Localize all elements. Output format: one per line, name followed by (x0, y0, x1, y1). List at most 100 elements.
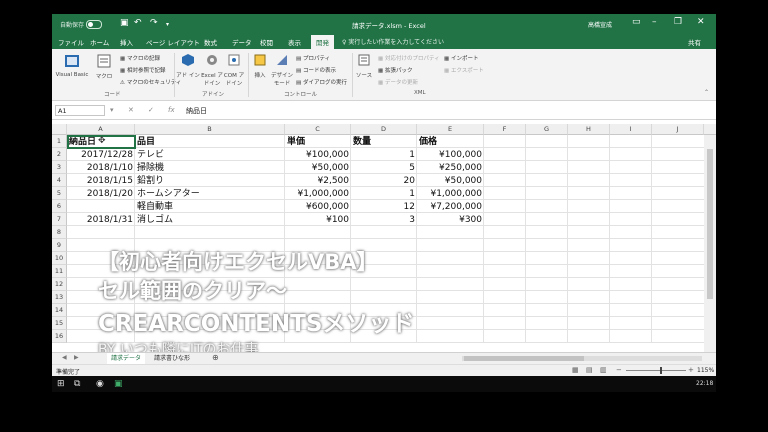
tab-insert[interactable]: 挿入 (120, 37, 133, 47)
cell-c4[interactable]: ¥2,500 (285, 175, 350, 187)
insert-function-icon[interactable]: fx (168, 106, 175, 114)
cell-d1[interactable]: 数量 (353, 136, 371, 148)
cell-e3[interactable]: ¥250,000 (417, 162, 482, 174)
row-header[interactable]: 8 (52, 226, 67, 239)
export-button[interactable]: ▦ エクスポート (444, 66, 484, 74)
cell-a3[interactable]: 2018/1/10 (67, 162, 133, 174)
row-header[interactable]: 4 (52, 174, 67, 187)
cell-e7[interactable]: ¥300 (417, 214, 482, 226)
tab-view[interactable]: 表示 (288, 37, 301, 47)
column-header-f[interactable]: F (484, 124, 526, 135)
cell-b1[interactable]: 品目 (137, 136, 155, 148)
record-macro-button[interactable]: ▦ マクロの記録 (120, 54, 160, 62)
cell-b3[interactable]: 掃除機 (137, 162, 164, 174)
cell-c3[interactable]: ¥50,000 (285, 162, 349, 174)
sheet-tab-invoice-template[interactable]: 請求書ひな形 (150, 353, 194, 364)
expansion-packs-button[interactable]: ▦ 拡張パック (378, 66, 412, 74)
com-addin-icon[interactable] (228, 54, 240, 66)
minimize-icon[interactable]: – (652, 17, 657, 27)
cell-c6[interactable]: ¥600,000 (285, 201, 349, 213)
select-all-corner[interactable] (52, 124, 67, 135)
properties-button[interactable]: ▤ プロパティ (296, 54, 330, 62)
horizontal-scroll-thumb[interactable] (464, 356, 584, 361)
macro-security-button[interactable]: ⚠ マクロのセキュリティ (120, 78, 181, 86)
addin-icon[interactable] (182, 54, 194, 66)
column-header-e[interactable]: E (417, 124, 484, 135)
save-icon[interactable]: ▣ (120, 18, 129, 28)
column-header-h[interactable]: H (568, 124, 610, 135)
confirm-entry-icon[interactable]: ✓ (148, 106, 154, 114)
zoom-level[interactable]: 115% (697, 367, 714, 374)
cell-d5[interactable]: 1 (351, 188, 415, 200)
macro-button[interactable]: マクロ (92, 72, 116, 80)
cell-d2[interactable]: 1 (351, 149, 415, 161)
customize-qat-icon[interactable]: ▾ (166, 21, 169, 28)
cell-a7[interactable]: 2018/1/31 (67, 214, 133, 226)
cell-b4[interactable]: 鉛割り (137, 175, 164, 187)
maximize-icon[interactable]: ❐ (674, 17, 682, 27)
tab-home[interactable]: ホーム (90, 37, 109, 47)
xml-source-icon[interactable] (358, 54, 370, 66)
row-header[interactable]: 1 (52, 135, 67, 148)
normal-view-icon[interactable]: ▦ (572, 366, 579, 374)
name-box[interactable]: A1 (55, 105, 105, 116)
undo-icon[interactable]: ↶ (134, 18, 142, 28)
vertical-scrollbar[interactable] (704, 135, 716, 352)
insert-control-button[interactable]: 挿入 (250, 71, 270, 79)
prev-sheet-icon[interactable]: ◀ (62, 354, 67, 361)
excel-addin-button[interactable]: Excel アドイン (200, 71, 224, 87)
tab-developer[interactable]: 開発 (311, 35, 334, 49)
cell-c1[interactable]: 単価 (287, 136, 305, 148)
cell-e1[interactable]: 価格 (419, 136, 437, 148)
close-icon[interactable]: ✕ (697, 17, 705, 27)
column-header-c[interactable]: C (285, 124, 351, 135)
excel-taskbar-icon[interactable]: ▣ (114, 379, 123, 389)
column-header-i[interactable]: I (610, 124, 652, 135)
addin-button[interactable]: アド イン (176, 71, 200, 79)
row-header[interactable]: 9 (52, 239, 67, 252)
design-mode-icon[interactable] (276, 54, 288, 66)
windows-start-icon[interactable]: ⊞ (57, 379, 65, 389)
tab-formulas[interactable]: 数式 (204, 37, 217, 47)
view-code-button[interactable]: ▤ コードの表示 (296, 66, 336, 74)
task-view-icon[interactable]: ⧉ (74, 379, 80, 389)
row-header[interactable]: 15 (52, 317, 67, 330)
column-header-d[interactable]: D (351, 124, 417, 135)
cell-e2[interactable]: ¥100,000 (417, 149, 482, 161)
page-break-view-icon[interactable]: ▥ (600, 366, 607, 374)
zoom-slider-thumb[interactable] (660, 367, 662, 374)
cell-e5[interactable]: ¥1,000,000 (417, 188, 482, 200)
formula-input[interactable]: 納品日 (186, 106, 207, 116)
cell-c2[interactable]: ¥100,000 (285, 149, 349, 161)
chrome-icon[interactable]: ◉ (96, 379, 104, 389)
vertical-scroll-thumb[interactable] (707, 149, 713, 299)
row-header[interactable]: 13 (52, 291, 67, 304)
refresh-data-button[interactable]: ▦ データの更新 (378, 78, 418, 86)
insert-control-icon[interactable] (254, 54, 266, 66)
cell-b7[interactable]: 消しゴム (137, 214, 173, 226)
cell-d3[interactable]: 5 (351, 162, 415, 174)
column-header-a[interactable]: A (67, 124, 135, 135)
ribbon-display-icon[interactable]: ▭ (632, 17, 641, 27)
collapse-ribbon-icon[interactable]: ⌃ (704, 89, 709, 96)
row-header[interactable]: 12 (52, 278, 67, 291)
page-layout-view-icon[interactable]: ▤ (586, 366, 593, 374)
zoom-in-icon[interactable]: + (688, 366, 694, 374)
tab-data[interactable]: データ (232, 37, 252, 47)
redo-icon[interactable]: ↷ (150, 18, 158, 28)
cell-a5[interactable]: 2018/1/20 (67, 188, 133, 200)
column-header-j[interactable]: J (652, 124, 704, 135)
excel-addin-icon[interactable] (206, 54, 218, 66)
macro-icon[interactable] (96, 53, 112, 69)
visual-basic-icon[interactable] (64, 53, 80, 69)
tell-me-search[interactable]: ♀ 実行したい作業を入力してください (342, 37, 444, 46)
cell-b2[interactable]: テレビ (137, 149, 164, 161)
cell-b6[interactable]: 軽自動車 (137, 201, 173, 213)
cell-b5[interactable]: ホームシアター (137, 188, 200, 200)
row-header[interactable]: 6 (52, 200, 67, 213)
relative-reference-button[interactable]: ▦ 相対参照で記録 (120, 66, 165, 74)
name-box-dropdown-icon[interactable]: ▾ (110, 106, 114, 114)
cell-a2[interactable]: 2017/12/28 (67, 149, 133, 161)
cell-d7[interactable]: 3 (351, 214, 415, 226)
column-header-b[interactable]: B (135, 124, 285, 135)
